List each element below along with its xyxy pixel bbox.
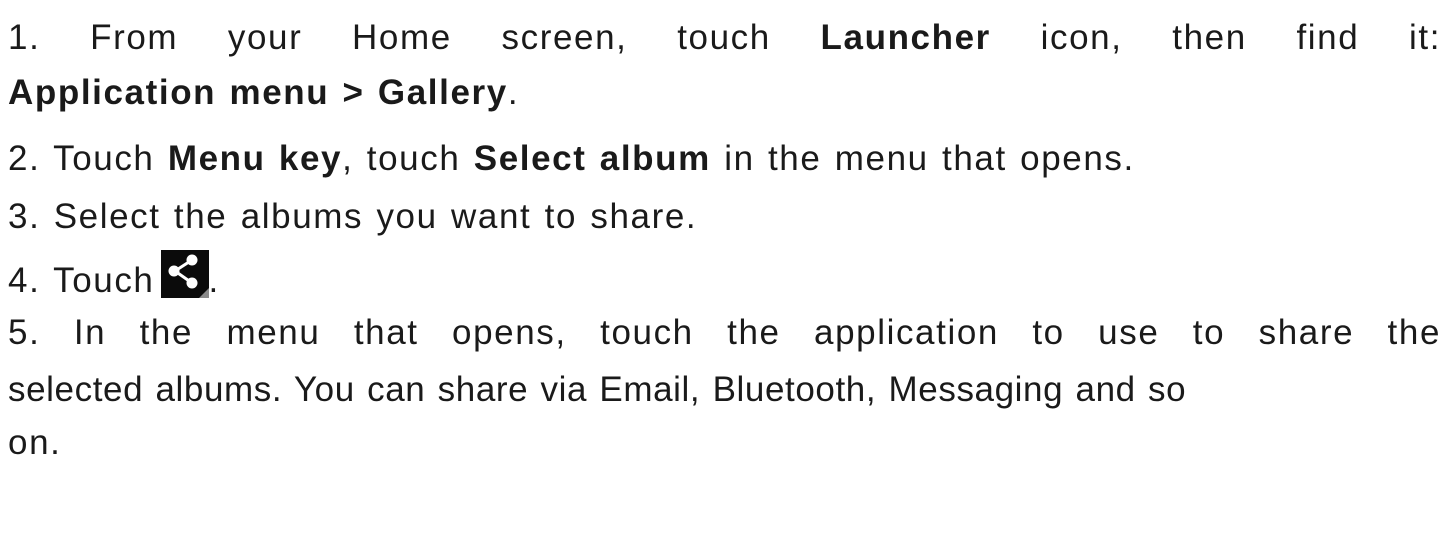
- step-3-line: 3. Select the albums you want to share.: [8, 194, 697, 240]
- step-5-line-3: on.: [8, 420, 61, 466]
- step-1-line-1: 1. From your Home screen, touch Launcher…: [8, 15, 1441, 61]
- step-5-number: 5.: [8, 313, 41, 352]
- step-5-text-line-2: selected albums. You can share via Email…: [8, 370, 1187, 409]
- step-2-text-c: in the menu that opens.: [724, 139, 1135, 178]
- step-4-text: Touch: [53, 261, 155, 300]
- share-icon: [160, 250, 209, 298]
- select-album-label: Select album: [473, 139, 711, 178]
- step-1-line-2: Application menu > Gallery.: [8, 70, 519, 116]
- step-1-text-a: From your Home screen, touch: [90, 18, 771, 57]
- step-3-text: Select the albums you want to share.: [53, 197, 698, 236]
- step-1-text-b: icon, then find it:: [1040, 18, 1442, 57]
- step-4-line: 4. Touch .: [8, 250, 220, 300]
- step-2-number: 2.: [8, 139, 41, 178]
- step-5-line-2: selected albums. You can share via Email…: [8, 367, 1186, 413]
- step-4-number: 4.: [8, 261, 41, 300]
- step-2-text-b: , touch: [342, 139, 461, 178]
- step-4-period: .: [208, 261, 220, 300]
- step-5-text-line-3: on.: [8, 423, 62, 462]
- step-2-line: 2. Touch Menu key, touch Select album in…: [8, 136, 1135, 182]
- step-5-text-line-1: In the menu that opens, touch the applic…: [73, 313, 1442, 352]
- step-5-line-1: 5. In the menu that opens, touch the app…: [8, 310, 1441, 356]
- launcher-label: Launcher: [820, 18, 991, 57]
- menu-key-label: Menu key: [167, 139, 343, 178]
- step-1-period: .: [507, 73, 520, 112]
- step-1-number: 1.: [8, 18, 41, 57]
- gallery-path: Application menu > Gallery: [8, 73, 508, 112]
- step-2-text-a: Touch: [53, 139, 155, 178]
- step-3-number: 3.: [8, 197, 41, 236]
